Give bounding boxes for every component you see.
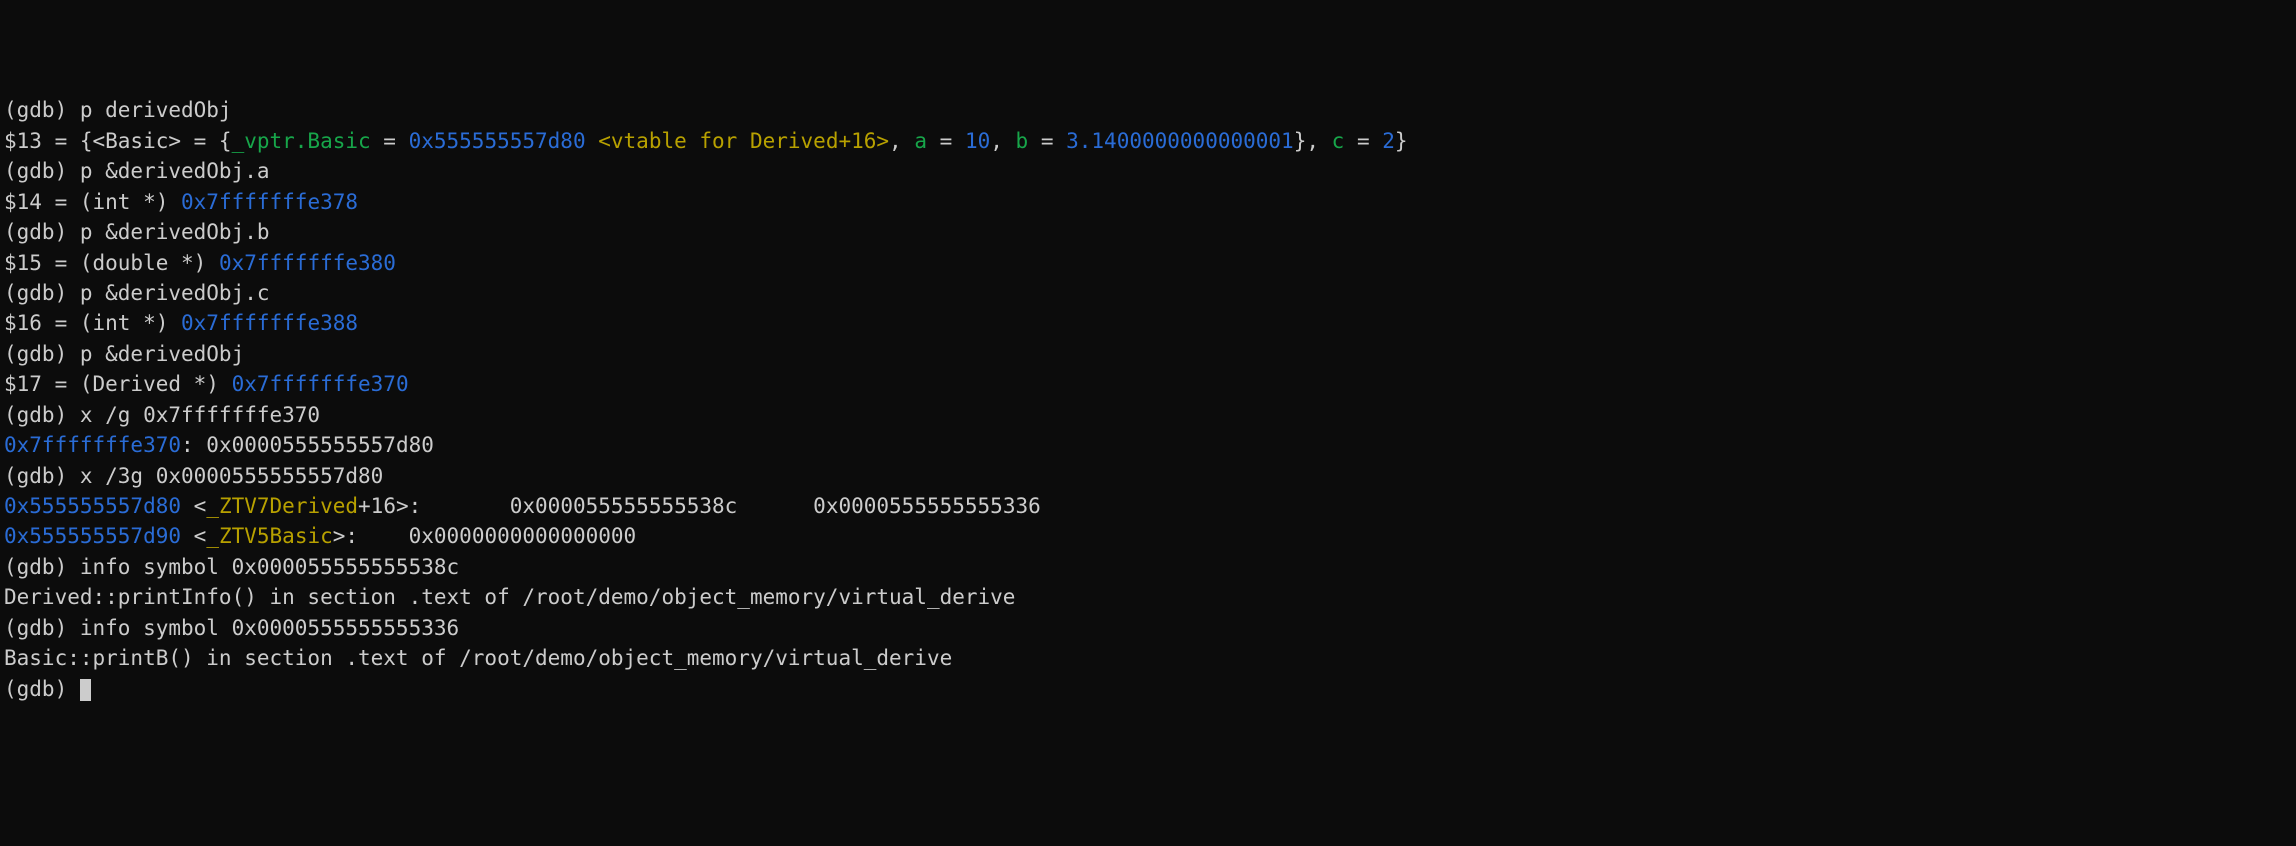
output-text: <: [181, 524, 206, 548]
hex-address: 0x555555557d80: [4, 494, 181, 518]
member-name: a: [914, 129, 927, 153]
output-text: >: 0x0000000000000000: [333, 524, 636, 548]
output-text: Basic::printB() in section .text of /roo…: [4, 646, 952, 670]
hex-address: 0x7fffffffe370: [232, 372, 409, 396]
member-name: _vptr.Basic: [232, 129, 371, 153]
output-text: },: [1294, 129, 1332, 153]
gdb-prompt: (gdb): [4, 403, 80, 427]
value: 10: [965, 129, 990, 153]
output-text: ,: [990, 129, 1015, 153]
symbol-name: _ZTV5Basic: [206, 524, 332, 548]
gdb-command: p &derivedObj.a: [80, 159, 270, 183]
output-text: +16>: 0x000055555555538c 0x0000555555555…: [358, 494, 1041, 518]
member-name: c: [1332, 129, 1345, 153]
terminal-output[interactable]: (gdb) p derivedObj $13 = {<Basic> = {_vp…: [4, 95, 2292, 704]
gdb-prompt: (gdb): [4, 555, 80, 579]
hex-address: 0x7fffffffe370: [4, 433, 181, 457]
hex-address: 0x555555557d90: [4, 524, 181, 548]
output-text: $17 = (Derived *): [4, 372, 232, 396]
gdb-prompt: (gdb): [4, 677, 80, 701]
output-text: =: [1344, 129, 1382, 153]
gdb-prompt: (gdb): [4, 159, 80, 183]
gdb-command: p &derivedObj: [80, 342, 244, 366]
value: 2: [1382, 129, 1395, 153]
output-text: =: [927, 129, 965, 153]
gdb-command: p derivedObj: [80, 98, 232, 122]
output-text: }: [1395, 129, 1408, 153]
gdb-prompt: (gdb): [4, 281, 80, 305]
hex-address: 0x7fffffffe388: [181, 311, 358, 335]
output-text: Derived::printInfo() in section .text of…: [4, 585, 1015, 609]
output-text: : 0x0000555555557d80: [181, 433, 434, 457]
output-text: <: [181, 494, 206, 518]
gdb-command: info symbol 0x000055555555538c: [80, 555, 459, 579]
symbol-note: <vtable for Derived+16>: [586, 129, 889, 153]
output-text: =: [371, 129, 409, 153]
gdb-prompt: (gdb): [4, 220, 80, 244]
gdb-command: p &derivedObj.b: [80, 220, 270, 244]
value: 3.1400000000000001: [1066, 129, 1294, 153]
gdb-command: p &derivedObj.c: [80, 281, 270, 305]
output-text: $15 = (double *): [4, 251, 219, 275]
output-text: $14 = (int *): [4, 190, 181, 214]
symbol-name: _ZTV7Derived: [206, 494, 358, 518]
hex-address: 0x555555557d80: [409, 129, 586, 153]
output-text: ,: [889, 129, 914, 153]
gdb-command: x /g 0x7fffffffe370: [80, 403, 320, 427]
hex-address: 0x7fffffffe378: [181, 190, 358, 214]
cursor-icon: [80, 679, 91, 701]
gdb-prompt: (gdb): [4, 464, 80, 488]
gdb-prompt: (gdb): [4, 342, 80, 366]
gdb-prompt: (gdb): [4, 616, 80, 640]
gdb-command: info symbol 0x0000555555555336: [80, 616, 459, 640]
hex-address: 0x7fffffffe380: [219, 251, 396, 275]
output-text: =: [1028, 129, 1066, 153]
gdb-command: x /3g 0x0000555555557d80: [80, 464, 383, 488]
output-text: $16 = (int *): [4, 311, 181, 335]
member-name: b: [1016, 129, 1029, 153]
gdb-prompt: (gdb): [4, 98, 80, 122]
output-text: $13 = {<Basic> = {: [4, 129, 232, 153]
